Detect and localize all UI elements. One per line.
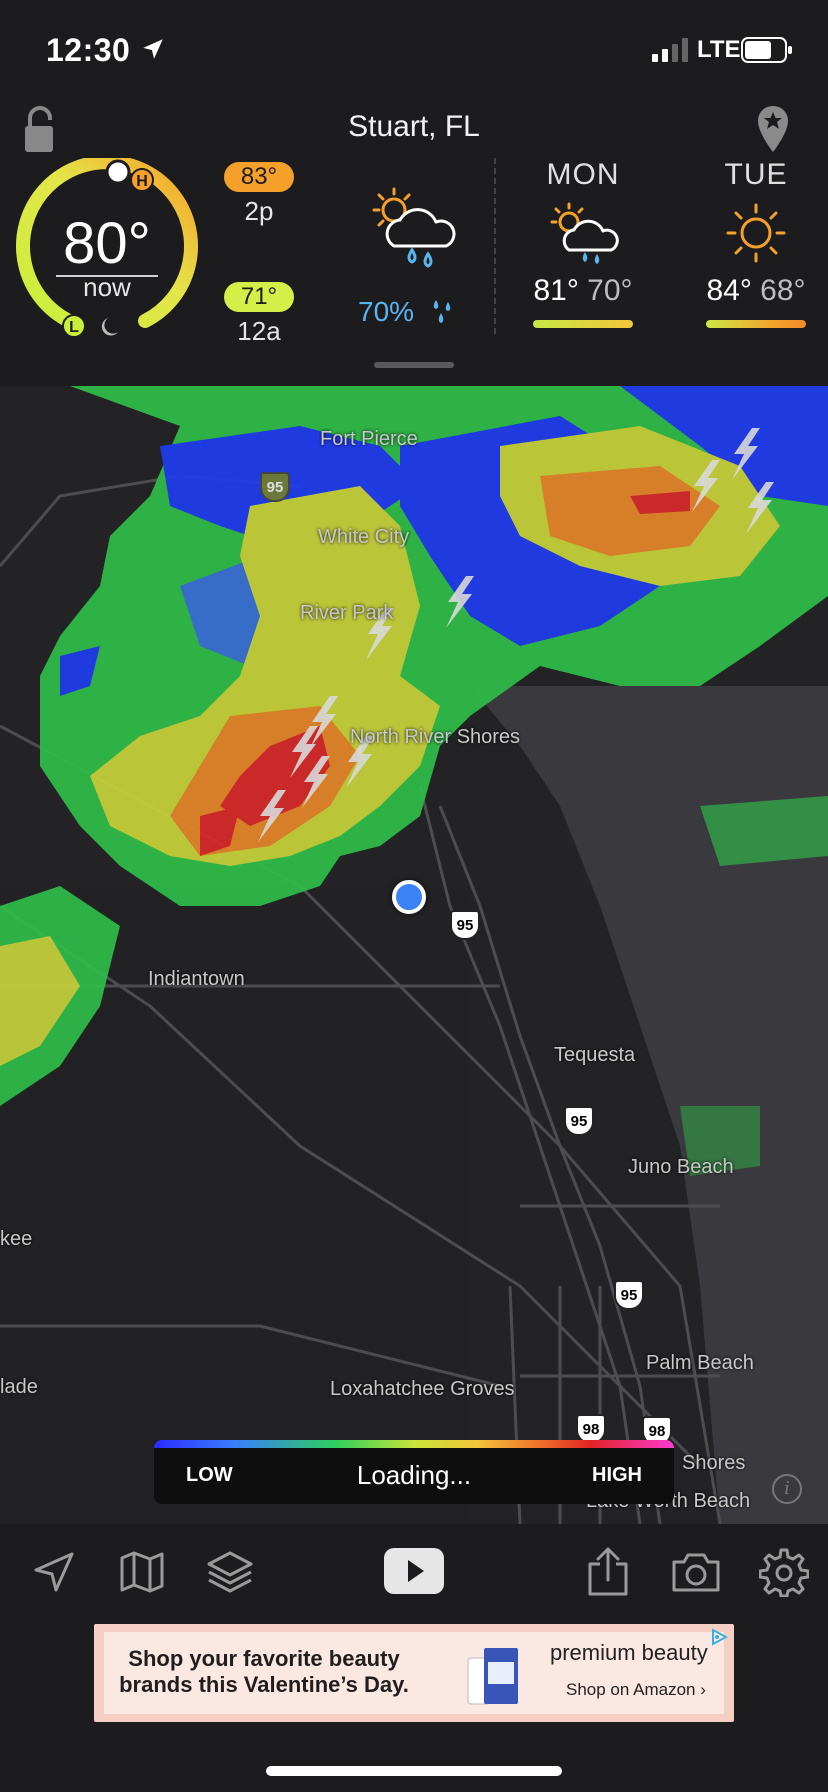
highway-shield-95: 95 <box>614 1280 644 1310</box>
map-label-loxahatchee: Loxahatchee Groves <box>330 1378 515 1400</box>
cellular-signal-icon <box>652 38 688 62</box>
map-label-fort-pierce: Fort Pierce <box>320 428 418 450</box>
user-location-dot <box>392 880 426 914</box>
forecast-temps: 81° 70° <box>518 274 648 308</box>
layers-icon <box>207 1551 253 1593</box>
ad-headline: Shop your favorite beauty brands this Va… <box>119 1646 409 1697</box>
status-time: 12:30 <box>46 32 131 68</box>
layers-button[interactable] <box>202 1544 258 1600</box>
map-label-white-city: White City <box>318 526 410 548</box>
map-icon <box>120 1551 164 1593</box>
map-label-river-park: River Park <box>300 602 394 624</box>
raindrops-icon <box>433 300 451 323</box>
radar-map[interactable]: Fort Pierce White City River Park North … <box>0 386 828 1524</box>
forecast-divider <box>494 158 496 334</box>
high-temp-time: 2p <box>244 196 274 226</box>
map-label-okeechobee: kee <box>0 1228 33 1250</box>
bottom-toolbar <box>0 1524 828 1624</box>
forecast-high: 84° <box>706 274 752 307</box>
settings-button[interactable] <box>756 1544 812 1600</box>
current-temperature: 80° <box>63 211 151 276</box>
product-image-icon <box>467 1648 518 1705</box>
forecast-temps: 84° 68° <box>691 274 821 308</box>
highway-shield-95: 95 <box>260 472 290 502</box>
camera-button[interactable] <box>668 1544 724 1600</box>
forecast-low: 70° <box>587 274 633 307</box>
low-temp-badge: 71° <box>224 282 294 312</box>
ad-area: Shop your favorite beauty brands this Va… <box>0 1624 828 1792</box>
drawer-grab-handle[interactable] <box>374 362 454 368</box>
location-pin-icon[interactable] <box>756 104 790 154</box>
forecast-day-name: TUE <box>724 158 788 191</box>
location-button[interactable] <box>26 1544 82 1600</box>
location-services-icon <box>143 39 163 59</box>
share-button[interactable] <box>580 1544 636 1600</box>
highway-shield-95: 95 <box>564 1106 594 1136</box>
location-arrow-icon <box>34 1552 74 1592</box>
home-indicator[interactable] <box>266 1766 562 1776</box>
city-name[interactable]: Stuart, FL <box>0 110 828 144</box>
status-bar: 12:30 LTE <box>0 0 828 100</box>
forecast-day-tue[interactable]: TUE 84° 68° <box>691 158 821 328</box>
low-temp-time: 12a <box>237 316 281 346</box>
play-icon <box>408 1560 424 1582</box>
forecast-temp-bar <box>533 320 633 328</box>
high-temp-badge: 83° <box>224 162 294 192</box>
camera-icon <box>672 1553 720 1592</box>
forecast-day-mon[interactable]: MON 81° 70° <box>518 158 648 328</box>
highway-shield-95: 95 <box>450 910 480 940</box>
map-label-palm-beach: Palm Beach <box>646 1352 754 1374</box>
map-label-north-river-shores: North River Shores <box>350 726 521 748</box>
ad-cta[interactable]: Shop on Amazon › <box>566 1680 706 1700</box>
battery-icon <box>741 37 792 63</box>
radar-legend: LOW Loading... HIGH <box>154 1440 674 1504</box>
carrier-label: LTE <box>697 36 741 63</box>
map-label-indiantown: Indiantown <box>148 968 245 990</box>
forecast-low: 68° <box>760 274 806 307</box>
svg-text:H: H <box>136 173 148 190</box>
ad-brand: premium beauty <box>550 1640 708 1665</box>
sun-cloud-rain-icon <box>550 202 619 264</box>
partly-cloudy-rain-icon <box>372 187 456 268</box>
map-style-button[interactable] <box>114 1544 170 1600</box>
forecast-temp-bar <box>706 320 806 328</box>
map-label-juno-beach: Juno Beach <box>628 1156 734 1178</box>
legend-gradient <box>154 1440 674 1448</box>
precip-chance: 70% <box>358 296 415 327</box>
map-label-shores: Shores <box>682 1452 746 1474</box>
ad-content[interactable]: Shop your favorite beauty brands this Va… <box>104 1632 724 1714</box>
sun-icon <box>726 203 786 263</box>
current-temp-label: now <box>83 272 131 302</box>
weather-header: Stuart, FL H L 80° now 83° 2p 71° 12a 70… <box>0 100 828 386</box>
map-info-icon[interactable]: i <box>772 1474 802 1504</box>
forecast-high: 81° <box>533 274 579 307</box>
ad-choices-icon[interactable] <box>708 1628 730 1646</box>
legend-high-label: HIGH <box>592 1464 642 1486</box>
share-icon <box>588 1547 628 1596</box>
svg-text:L: L <box>69 319 79 336</box>
settings-icon <box>759 1548 809 1597</box>
play-radar-button[interactable] <box>384 1548 444 1594</box>
map-label-tequesta: Tequesta <box>554 1044 636 1066</box>
map-label-belle-glade: lade <box>0 1376 38 1398</box>
forecast-day-name: MON <box>546 158 620 191</box>
ad-banner[interactable]: Shop your favorite beauty brands this Va… <box>94 1624 734 1722</box>
